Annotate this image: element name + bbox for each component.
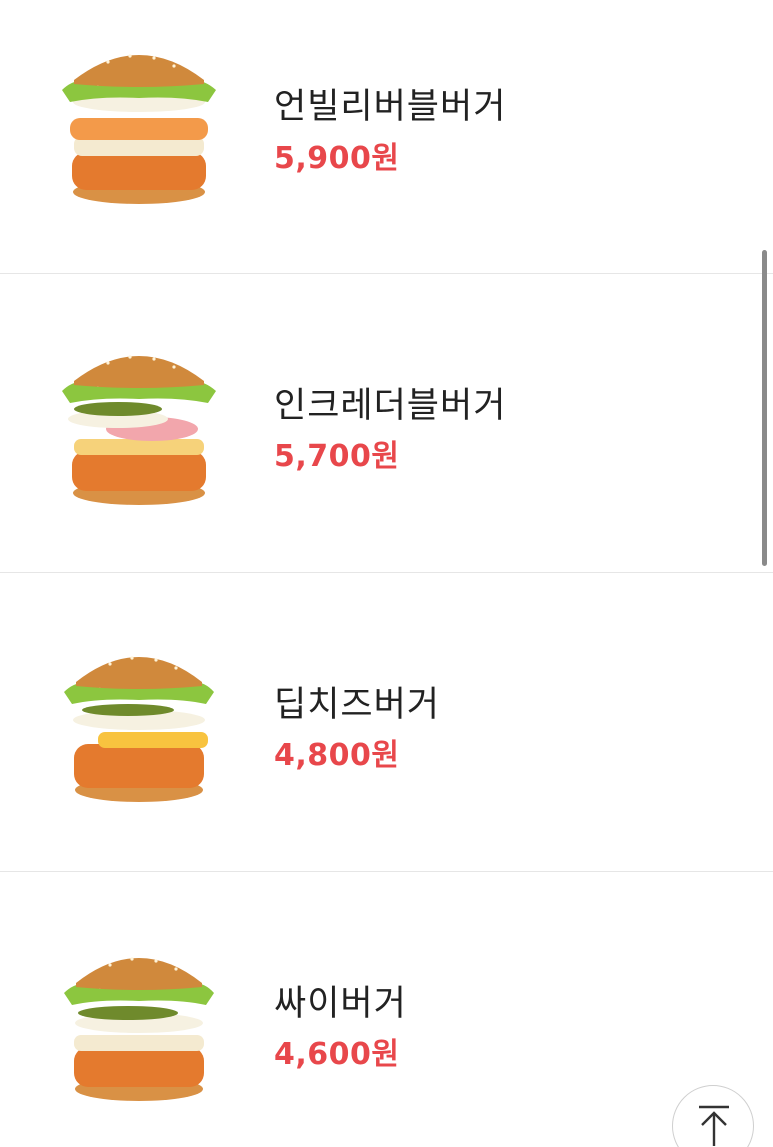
burger-image — [58, 40, 220, 208]
burger-photo — [62, 355, 216, 505]
menu-item[interactable]: 싸이버거 4,600원 — [0, 873, 773, 1147]
menu-item[interactable]: 인크레더블버거 5,700원 — [0, 275, 773, 573]
burger-image — [58, 939, 220, 1107]
scrollbar-thumb[interactable] — [762, 250, 767, 566]
menu-item-price: 4,800원 — [274, 738, 400, 773]
menu-item-price: 5,700원 — [274, 439, 400, 474]
burger-image — [58, 341, 220, 509]
menu-item-price: 4,600원 — [274, 1037, 400, 1072]
menu-item-name: 싸이버거 — [274, 984, 407, 1024]
menu-item-name: 인크레더블버거 — [274, 386, 507, 426]
menu-item-price: 5,900원 — [274, 141, 400, 176]
burger-image — [58, 640, 220, 808]
arrow-up-icon — [699, 1105, 729, 1146]
menu-item[interactable]: 언빌리버블버거 5,900원 — [0, 0, 773, 274]
burger-photo — [62, 54, 216, 204]
burger-photo — [64, 957, 214, 1101]
burger-photo — [64, 656, 214, 802]
menu-item-name: 딥치즈버거 — [274, 685, 441, 725]
menu-page: 언빌리버블버거 5,900원 인크레더블버거 5,700원 딥치즈버거 4,80… — [0, 0, 773, 1147]
menu-item-name: 언빌리버블버거 — [274, 87, 507, 127]
menu-item[interactable]: 딥치즈버거 4,800원 — [0, 574, 773, 872]
